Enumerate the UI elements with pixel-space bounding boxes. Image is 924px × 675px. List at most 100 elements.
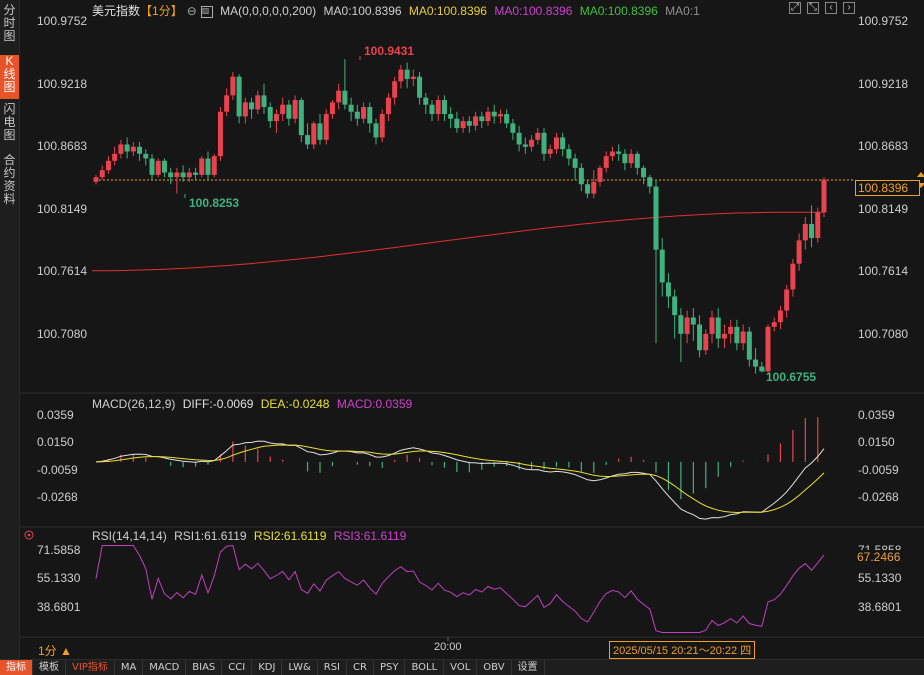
candle-body	[765, 326, 771, 372]
period-selector[interactable]: 1分 ▲	[38, 642, 72, 659]
ma-params: MA(0,0,0,0,0,200)	[220, 4, 317, 18]
candle-body	[429, 104, 435, 115]
macd-name: MACD(26,12,9)	[92, 397, 176, 411]
candle-body	[305, 135, 311, 145]
candle-body	[448, 114, 454, 119]
candle-body	[93, 177, 99, 182]
indicator-tab-indicators[interactable]: 指标	[0, 660, 33, 675]
local-low-price-label: 100.8253	[189, 196, 240, 210]
candle-body	[715, 317, 721, 339]
macd-diff-line	[95, 440, 825, 520]
candle-body	[659, 249, 665, 283]
price-tick-label: 100.7080	[858, 326, 909, 341]
candle-body	[529, 139, 535, 147]
candle-body	[217, 111, 223, 157]
chart-type-icon[interactable]: ▨	[200, 5, 213, 18]
rsi-tick-label: 71.5858	[37, 542, 81, 557]
expand-icon[interactable]: ⤢	[789, 2, 801, 14]
price-tick-label: 100.7614	[858, 264, 909, 279]
rsi-name: RSI(14,14,14)	[92, 529, 167, 543]
candle-body	[572, 158, 578, 168]
price-arrow-icon	[917, 172, 924, 177]
candle-body	[404, 69, 410, 79]
chart-canvas[interactable]	[0, 0, 924, 674]
next-icon[interactable]: ›	[843, 2, 855, 14]
candle-body	[703, 333, 709, 351]
candle-body	[292, 100, 298, 119]
indicator-tab-cci[interactable]: CCI	[222, 660, 253, 675]
indicator-tab-ma[interactable]: MA	[115, 660, 144, 675]
indicator-tab-kdj[interactable]: KDJ	[252, 660, 283, 675]
macd-dea: DEA:-0.0248	[260, 397, 330, 411]
indicator-tab-bias[interactable]: BIAS	[186, 660, 223, 675]
indicator-tab-psy[interactable]: PSY	[374, 660, 406, 675]
indicator-tab-vol[interactable]: VOL	[444, 660, 478, 675]
price-tick-label: 100.9752	[858, 14, 909, 29]
candle-body	[485, 111, 491, 122]
candle-body	[454, 118, 460, 129]
candle-body	[597, 167, 603, 182]
candle-body	[510, 123, 516, 133]
macd-tick-label: -0.0059	[37, 462, 78, 477]
macd-tick-label: 0.0359	[37, 407, 74, 422]
candle-body	[342, 90, 348, 105]
candle-body	[771, 322, 777, 327]
candlestick-series	[93, 59, 827, 374]
macd-tick-label: -0.0059	[858, 462, 899, 477]
candle-body	[535, 132, 541, 140]
rsi1-value: RSI1:61.6119	[174, 529, 247, 543]
candle-body	[690, 317, 696, 325]
candle-body	[379, 114, 385, 138]
candle-body	[585, 184, 591, 194]
high-price-label: 100.9431	[364, 44, 415, 58]
indicator-tab-boll[interactable]: BOLL	[405, 660, 445, 675]
candle-body	[230, 76, 236, 96]
indicator-tab-obv[interactable]: OBV	[477, 660, 512, 675]
candle-body	[161, 160, 167, 173]
macd-tick-label: -0.0268	[858, 489, 899, 504]
indicator-tab-rsi[interactable]: RSI	[318, 660, 348, 675]
settings-icon[interactable]: ⊖	[187, 4, 197, 18]
candle-body	[435, 100, 441, 115]
indicator-tab-lw[interactable]: LW&	[282, 660, 318, 675]
candle-body	[205, 158, 211, 175]
candle-body	[809, 223, 815, 238]
candle-body	[124, 144, 130, 152]
candle-body	[236, 76, 242, 117]
price-tick-label: 100.8683	[37, 139, 88, 154]
candle-body	[193, 172, 199, 175]
rsi3-value: RSI3:61.6119	[333, 529, 407, 543]
candle-body	[647, 177, 653, 187]
candle-body	[728, 326, 734, 334]
time-axis-label: 20:00	[434, 641, 462, 653]
candle-body	[211, 156, 217, 175]
candle-body	[721, 333, 727, 339]
ma-value-2: MA0:100.8396	[408, 4, 487, 18]
candle-body	[149, 158, 155, 175]
candle-body	[460, 121, 466, 129]
candle-body	[273, 114, 279, 122]
candle-body	[746, 331, 752, 360]
period-badge[interactable]: 【1分】	[140, 4, 183, 18]
candle-body	[684, 317, 690, 334]
prev-icon[interactable]: ‹	[825, 2, 837, 14]
candle-body	[753, 359, 759, 367]
candle-body	[504, 114, 510, 124]
ma-value-3: MA0:100.8396	[494, 4, 573, 18]
indicator-tab-vip[interactable]: VIP指标	[66, 660, 115, 675]
rsi-legend: RSI(14,14,14) RSI1:61.6119 RSI2:61.6119 …	[92, 529, 410, 543]
compress-icon[interactable]: ⤡	[807, 2, 819, 14]
price-legend: 美元指数【1分】 ⊖ ▨ MA(0,0,0,0,0,200) MA0:100.839…	[92, 2, 704, 19]
candle-body	[641, 167, 647, 178]
indicator-tab-cr[interactable]: CR	[347, 660, 374, 675]
indicator-tab-macd[interactable]: MACD	[143, 660, 187, 675]
candle-body	[99, 170, 105, 178]
candle-body	[417, 76, 423, 98]
candle-body	[740, 331, 746, 344]
indicator-tab-templates[interactable]: 模板	[33, 660, 66, 675]
candle-body	[143, 153, 149, 159]
indicator-tab-settings[interactable]: 设置	[512, 660, 545, 675]
candle-body	[547, 149, 553, 154]
candle-body	[678, 315, 684, 334]
ma-value-5: MA0:1	[665, 4, 700, 18]
